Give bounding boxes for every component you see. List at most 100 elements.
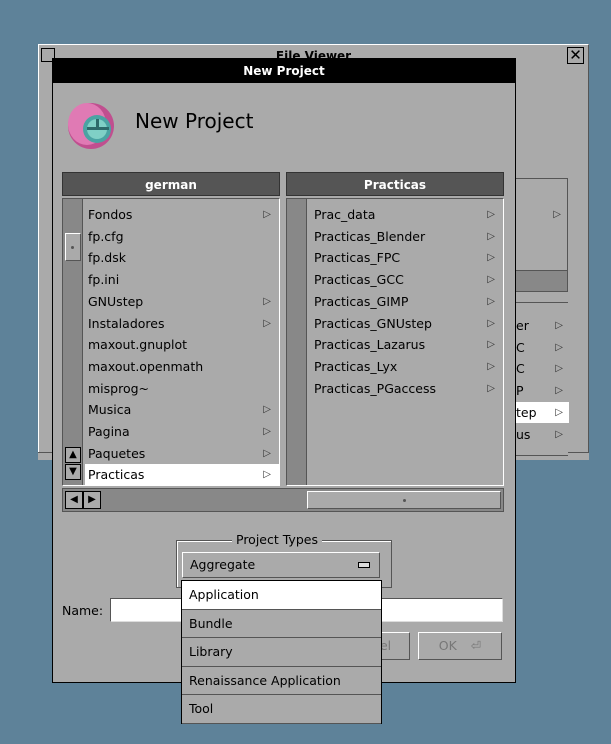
list-item-label: C: [516, 361, 525, 377]
list-item-label: Instaladores: [88, 315, 165, 331]
list-item[interactable]: Practicas_GIMP ▷: [311, 291, 503, 313]
project-type-menu: Application Bundle Library Renaissance Appl…: [181, 580, 382, 724]
list-item[interactable]: Practicas_GNUstep ▷: [311, 313, 503, 335]
list-item[interactable]: Practicas_GCC ▷: [311, 269, 503, 291]
list-item-label: Musica: [88, 402, 132, 418]
horizontal-scroll-knob[interactable]: [307, 491, 501, 509]
submenu-arrow-icon: ▷: [487, 252, 495, 264]
list-item[interactable]: Practicas ▷: [85, 464, 279, 487]
scroll-down-button[interactable]: ▼: [65, 464, 81, 480]
popup-indicator-icon: [358, 562, 370, 568]
project-type-popup[interactable]: Aggregate: [182, 552, 380, 578]
submenu-arrow-icon: ▷: [555, 428, 563, 440]
right-column-list: Prac_data ▷ Practicas_Blender ▷ Practicas_FP…: [286, 198, 504, 486]
list-item[interactable]: Pagina ▷: [85, 421, 279, 443]
submenu-arrow-icon: ▷: [487, 317, 495, 329]
window-title: New Project: [53, 59, 515, 83]
list-item[interactable]: Fondos ▷: [85, 204, 279, 226]
list-item[interactable]: maxout.gnuplot: [85, 334, 279, 356]
list-item-label: fp.dsk: [88, 250, 126, 266]
list-item-label: maxout.openmath: [88, 358, 204, 374]
list-item[interactable]: misprog~: [85, 378, 279, 400]
list-item[interactable]: fp.dsk: [85, 247, 279, 269]
submenu-arrow-icon: ▷: [263, 404, 271, 416]
menu-item[interactable]: Renaissance Application: [182, 667, 381, 696]
project-app-icon: [68, 103, 114, 149]
submenu-arrow-icon: ▷: [487, 360, 495, 372]
right-column-header: Practicas: [286, 172, 504, 196]
project-type-selected: Aggregate: [190, 557, 256, 572]
file-viewer-strip: [514, 270, 568, 292]
list-item[interactable]: maxout.openmath: [85, 356, 279, 378]
list-item[interactable]: Practicas_Lazarus ▷: [311, 334, 503, 356]
list-item[interactable]: GNUstep ▷: [85, 291, 279, 313]
list-item-label: fp.ini: [88, 272, 120, 288]
ok-button[interactable]: OK ⏎: [418, 632, 502, 660]
menu-item[interactable]: Bundle: [182, 610, 381, 639]
menu-item[interactable]: Tool: [182, 695, 381, 724]
list-item: C ▷: [515, 337, 569, 358]
list-item: tep ▷: [515, 401, 569, 423]
left-rows: Fondos ▷ fp.cfg fp.dsk fp.ini GNUstep ▷ Instala…: [85, 204, 279, 487]
list-item-label: tep: [516, 404, 537, 420]
list-item-label: Practicas: [88, 467, 145, 483]
submenu-arrow-icon: ▷: [555, 320, 563, 331]
scroll-left-button[interactable]: ◀: [65, 491, 83, 509]
submenu-arrow-icon: ▷: [487, 230, 495, 242]
list-item-label: Practicas_GCC: [314, 272, 404, 288]
list-item[interactable]: fp.ini: [85, 269, 279, 291]
menu-item[interactable]: Application: [182, 581, 381, 610]
list-item-label: Practicas_FPC: [314, 250, 401, 266]
list-item-label: Fondos: [88, 207, 133, 222]
submenu-arrow-icon: ▷: [555, 341, 563, 353]
list-item-label: misprog~: [88, 380, 150, 396]
submenu-arrow-icon: ▷: [487, 295, 495, 307]
page-title: New Project: [135, 109, 254, 133]
list-item: P ▷: [515, 380, 569, 401]
file-viewer-column-box: ▷: [514, 178, 568, 274]
list-item-label: GNUstep: [88, 293, 144, 309]
submenu-arrow-icon: ▷: [263, 317, 271, 329]
file-viewer-list: er ▷ C ▷ C ▷ P ▷ tep ▷ us ▷: [514, 302, 569, 456]
list-item-label: Practicas_GNUstep: [314, 315, 432, 331]
list-item-label: Practicas_Lyx: [314, 358, 398, 374]
list-item-label: maxout.gnuplot: [88, 337, 188, 353]
list-item[interactable]: Paquetes ▷: [85, 443, 279, 465]
left-column-header: german: [62, 172, 280, 196]
project-types-legend: Project Types: [232, 532, 322, 548]
left-scroll-knob[interactable]: [65, 233, 81, 261]
menu-item[interactable]: Library: [182, 638, 381, 667]
list-item-label: Practicas_Lazarus: [314, 337, 426, 353]
close-icon[interactable]: ✕: [567, 47, 584, 64]
list-item[interactable]: Practicas_PGaccess ▷: [311, 378, 503, 400]
list-item-label: Practicas_GIMP: [314, 293, 409, 309]
list-item[interactable]: Musica ▷: [85, 399, 279, 421]
submenu-arrow-icon: ▷: [555, 363, 563, 375]
submenu-arrow-icon: ▷: [487, 382, 495, 394]
list-item[interactable]: Practicas_FPC ▷: [311, 247, 503, 269]
list-item[interactable]: Instaladores ▷: [85, 313, 279, 335]
browser-horizontal-scrollbar[interactable]: ◀ ▶: [62, 488, 504, 512]
list-item[interactable]: fp.cfg: [85, 226, 279, 248]
list-item[interactable]: Practicas_Lyx ▷: [311, 356, 503, 378]
list-item: us ▷: [515, 424, 569, 445]
ok-button-label: OK: [438, 638, 457, 653]
scroll-right-button[interactable]: ▶: [83, 491, 101, 509]
list-item-label: Practicas_Blender: [314, 228, 426, 244]
list-item-label: Paquetes: [88, 445, 146, 461]
list-item[interactable]: Prac_data ▷: [311, 204, 503, 226]
scroll-up-button[interactable]: ▲: [65, 447, 81, 463]
submenu-arrow-icon: ▷: [487, 209, 495, 220]
file-viewer-column: ▷ er ▷ C ▷ C ▷ P ▷ tep ▷ us ▷: [514, 178, 570, 458]
list-item-label: Pagina: [88, 424, 130, 439]
right-scrollbar[interactable]: [287, 199, 307, 485]
submenu-arrow-icon: ▷: [555, 406, 563, 418]
list-item[interactable]: Practicas_Blender ▷: [311, 226, 503, 248]
submenu-arrow-icon: ▷: [263, 295, 271, 307]
submenu-arrow-icon: ▷: [263, 209, 271, 220]
list-item: C ▷: [515, 358, 569, 379]
submenu-arrow-icon: ▷: [553, 209, 561, 220]
return-icon: ⏎: [470, 638, 482, 653]
submenu-arrow-icon: ▷: [263, 426, 271, 437]
list-item-label: Prac_data: [314, 207, 376, 222]
